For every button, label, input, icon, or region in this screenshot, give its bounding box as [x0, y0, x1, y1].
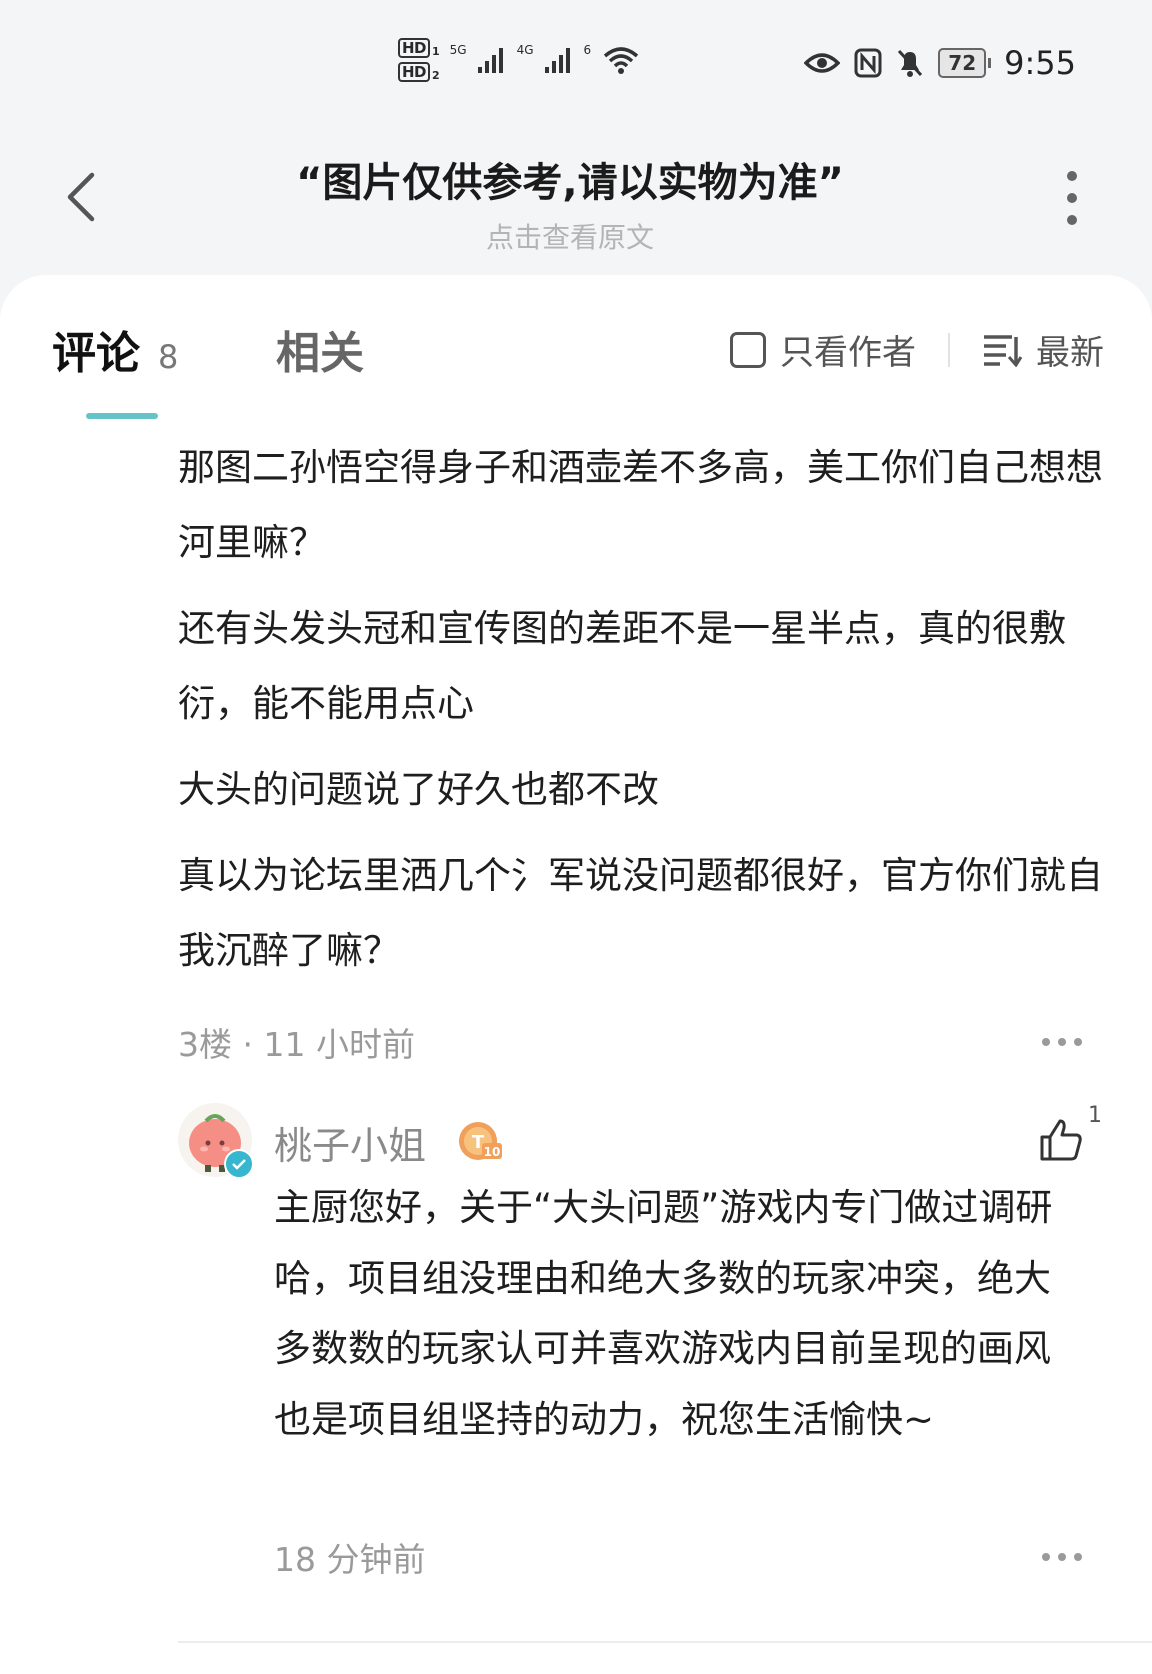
sort-label[interactable]: 最新 — [1036, 325, 1104, 374]
hd-indicators: HD 1 HD 2 — [398, 38, 440, 82]
status-bar: HD 1 HD 2 5G 4G 6 72 9:55 — [0, 0, 1152, 120]
status-left: HD 1 HD 2 5G 4G 6 — [398, 38, 641, 82]
active-tab-indicator — [86, 413, 158, 419]
clock: 9:55 — [1004, 44, 1076, 82]
hd-2: HD — [398, 62, 431, 82]
reply: 桃子小姐 T 10 1 主厨您好，关于“大头问题”游戏内专门做过调研哈，项目组没… — [178, 1103, 1128, 1623]
author-only-checkbox[interactable] — [730, 331, 766, 368]
sort-icon[interactable] — [982, 333, 1022, 367]
comment-paragraph: 真以为论坛里洒几个氵军说没问题都很好，官方你们就自我沉醉了嘛？ — [178, 854, 1103, 972]
comment-more-button[interactable] — [1042, 1038, 1082, 1046]
check-icon — [232, 1159, 246, 1170]
reply-time: 18 分钟前 — [274, 1540, 426, 1579]
network-4g-label: 4G — [516, 43, 534, 57]
title-block[interactable]: “图片仅供参考,请以实物为准” 点击查看原文 — [200, 150, 940, 256]
battery-indicator: 72 — [938, 48, 991, 78]
wifi-icon — [604, 47, 639, 74]
nfc-icon — [854, 48, 882, 78]
comment-paragraph: 那图二孙悟空得身子和酒壶差不多高，美工你们自己想想河里嘛？ — [178, 446, 1103, 564]
tab-comments-label: 评论 — [52, 328, 140, 379]
comment-paragraph: 还有头发头冠和宣传图的差距不是一星半点，真的很敷衍，能不能用点心 — [178, 607, 1066, 725]
hd-2-sim: 2 — [432, 69, 440, 82]
tab-bar: 评论 8 相关 只看作者 最新 — [0, 275, 1152, 419]
dot — [1067, 215, 1077, 225]
tab-related[interactable]: 相关 — [276, 317, 364, 381]
back-button[interactable] — [56, 162, 106, 232]
signal-icon — [544, 48, 570, 73]
signal-icon — [477, 48, 503, 73]
level-badge-icon: T 10 — [459, 1122, 502, 1160]
tab-comments[interactable]: 评论 8 — [52, 317, 178, 381]
svg-text:10: 10 — [484, 1145, 501, 1159]
eye-icon — [804, 53, 841, 73]
view-original-link[interactable]: 点击查看原文 — [200, 216, 940, 256]
dot — [1067, 171, 1077, 181]
comment-paragraph: 大头的问题说了好久也都不改 — [178, 768, 659, 811]
chevron-left-icon — [67, 172, 95, 222]
wifi-label: 6 — [583, 43, 592, 57]
dot — [1058, 1038, 1066, 1046]
author-only-label[interactable]: 只看作者 — [780, 325, 916, 374]
mute-bell-icon — [898, 49, 923, 77]
verified-badge — [224, 1149, 254, 1179]
thumbs-up-icon[interactable] — [1038, 1117, 1084, 1163]
dot — [1067, 193, 1077, 203]
reply-text: 主厨您好，关于“大头问题”游戏内专门做过调研哈，项目组没理由和绝大多数的玩家冲突… — [274, 1186, 1053, 1441]
status-right: 72 9:55 — [804, 44, 1076, 82]
dot — [1074, 1038, 1082, 1046]
page-title: “图片仅供参考,请以实物为准” — [296, 160, 844, 206]
comments-sheet: 评论 8 相关 只看作者 最新 那图二孙悟空得身子和酒壶差不多高，美工你们自己想… — [0, 275, 1152, 1674]
network-5g-label: 5G — [449, 43, 467, 57]
reply-more-button[interactable] — [1042, 1553, 1082, 1561]
dot — [1042, 1038, 1050, 1046]
hd-1: HD — [398, 38, 431, 58]
dot — [1042, 1553, 1050, 1561]
comment-meta: 3楼 · 11 小时前 — [178, 1025, 415, 1064]
section-divider — [178, 1641, 1152, 1643]
dot — [1058, 1553, 1066, 1561]
more-options-button[interactable] — [1052, 168, 1092, 228]
reply-author-name[interactable]: 桃子小姐 — [274, 1115, 426, 1170]
dot — [1074, 1553, 1082, 1561]
filter-divider — [948, 332, 950, 367]
filter-bar: 只看作者 最新 — [730, 325, 1104, 374]
tab-comments-count: 8 — [158, 338, 179, 376]
title-bar: “图片仅供参考,请以实物为准” 点击查看原文 — [0, 120, 1152, 270]
comment-text: 那图二孙悟空得身子和酒壶差不多高，美工你们自己想想河里嘛？ 还有头发头冠和宣传图… — [178, 430, 1108, 999]
like-count: 1 — [1088, 1103, 1102, 1128]
hd-1-sim: 1 — [432, 45, 440, 58]
